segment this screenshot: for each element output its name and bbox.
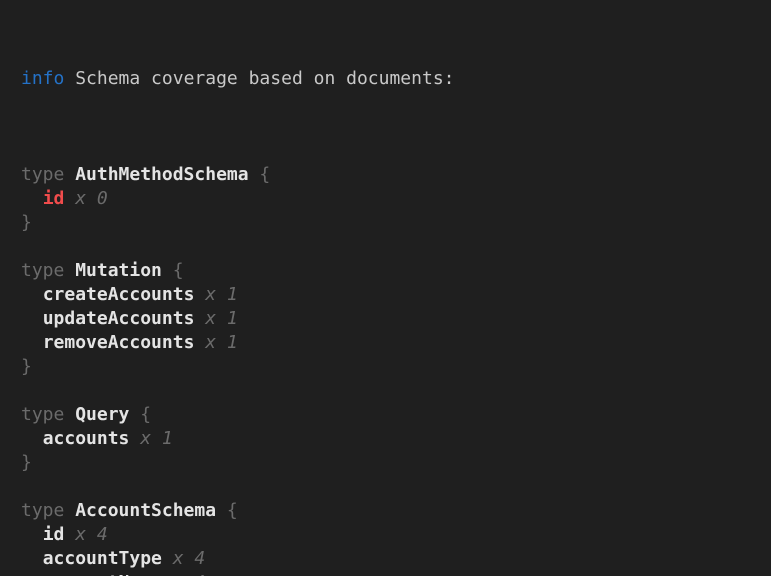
type-keyword: type — [21, 260, 75, 281]
field-line: updateAccounts x 1 — [21, 307, 761, 331]
field-name: id — [43, 524, 65, 545]
field-name: createAccounts — [43, 284, 195, 305]
field-indent — [21, 524, 43, 545]
type-keyword: type — [21, 404, 75, 425]
field-indent — [21, 548, 43, 569]
open-brace: { — [162, 260, 184, 281]
field-name: accounts — [43, 428, 130, 449]
type-keyword: type — [21, 164, 75, 185]
field-line: createAccounts x 1 — [21, 283, 761, 307]
type-declaration-line: type AccountSchema { — [21, 499, 761, 523]
close-brace: } — [21, 356, 32, 377]
type-name: Query — [75, 404, 129, 425]
close-brace: } — [21, 212, 32, 233]
field-indent — [21, 428, 43, 449]
type-name: Mutation — [75, 260, 162, 281]
field-name: accountName — [43, 572, 162, 576]
type-block: type AccountSchema { id x 4 accountType … — [21, 499, 761, 576]
type-keyword: type — [21, 500, 75, 521]
type-block: type Mutation { createAccounts x 1 updat… — [21, 259, 761, 379]
field-name: removeAccounts — [43, 332, 195, 353]
field-hit-count: x 4 — [162, 572, 205, 576]
closing-brace-line: } — [21, 451, 761, 475]
field-name: updateAccounts — [43, 308, 195, 329]
type-block: type AuthMethodSchema { id x 0} — [21, 163, 761, 235]
type-declaration-line: type AuthMethodSchema { — [21, 163, 761, 187]
field-name: id — [43, 188, 65, 209]
type-declaration-line: type Mutation { — [21, 259, 761, 283]
close-brace: } — [21, 452, 32, 473]
field-hit-count: x 1 — [194, 308, 237, 329]
info-label: info — [21, 68, 64, 89]
field-line: id x 4 — [21, 523, 761, 547]
field-hit-count: x 4 — [64, 524, 107, 545]
terminal-output[interactable]: info Schema coverage based on documents:… — [0, 0, 771, 576]
field-indent — [21, 572, 43, 576]
field-hit-count: x 0 — [64, 188, 107, 209]
open-brace: { — [216, 500, 238, 521]
type-name: AccountSchema — [75, 500, 216, 521]
field-hit-count: x 1 — [129, 428, 172, 449]
open-brace: { — [249, 164, 271, 185]
field-line: id x 0 — [21, 187, 761, 211]
field-indent — [21, 308, 43, 329]
coverage-blocks: type AuthMethodSchema { id x 0}type Muta… — [21, 163, 761, 576]
field-indent — [21, 332, 43, 353]
field-hit-count: x 1 — [194, 284, 237, 305]
closing-brace-line: } — [21, 211, 761, 235]
info-message: Schema coverage based on documents: — [75, 68, 454, 89]
type-declaration-line: type Query { — [21, 403, 761, 427]
field-line: accountName x 4 — [21, 571, 761, 576]
field-line: removeAccounts x 1 — [21, 331, 761, 355]
type-name: AuthMethodSchema — [75, 164, 248, 185]
info-spacer — [64, 68, 75, 89]
open-brace: { — [129, 404, 151, 425]
field-line: accounts x 1 — [21, 427, 761, 451]
field-line: accountType x 4 — [21, 547, 761, 571]
closing-brace-line: } — [21, 355, 761, 379]
field-indent — [21, 284, 43, 305]
info-line: info Schema coverage based on documents: — [21, 67, 761, 91]
field-hit-count: x 4 — [162, 548, 205, 569]
type-block: type Query { accounts x 1} — [21, 403, 761, 475]
field-name: accountType — [43, 548, 162, 569]
field-hit-count: x 1 — [194, 332, 237, 353]
field-indent — [21, 188, 43, 209]
